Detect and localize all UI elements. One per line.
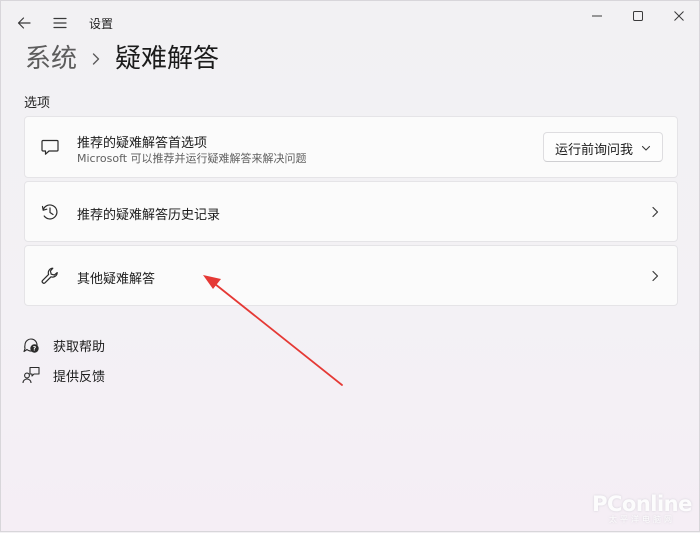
card-title: 推荐的疑难解答历史记录 <box>77 208 221 223</box>
hamburger-menu-icon[interactable] <box>48 11 72 35</box>
feedback-icon <box>22 366 40 384</box>
watermark-main: PConline <box>592 492 692 516</box>
title-bar: 设置 <box>1 1 700 41</box>
recommendation-dropdown[interactable]: 运行前询问我 <box>543 132 663 162</box>
card-description: Microsoft 可以推荐并运行疑难解答来解决问题 <box>77 152 307 165</box>
watermark-sub: 太平洋电脑网 <box>609 515 675 524</box>
app-title: 设置 <box>89 17 114 31</box>
wrench-icon <box>39 265 61 287</box>
chevron-right-icon <box>649 269 661 283</box>
minimize-icon <box>592 15 602 17</box>
give-feedback-link[interactable]: 提供反馈 <box>22 364 105 386</box>
svg-text:?: ? <box>33 346 37 353</box>
chevron-down-icon <box>640 142 652 154</box>
maximize-button[interactable] <box>615 1 661 31</box>
dropdown-selected-value: 运行前询问我 <box>555 143 634 158</box>
history-icon <box>39 201 61 223</box>
minimize-button[interactable] <box>574 1 620 31</box>
watermark: PConline 太平洋电脑网 <box>589 493 695 525</box>
card-other-troubleshooters[interactable]: 其他疑难解答 <box>24 245 678 306</box>
settings-window: 设置 系统 疑难解答 选项 推荐的疑难解答首选项 Microsoft 可以推荐并… <box>0 0 700 532</box>
card-troubleshoot-history[interactable]: 推荐的疑难解答历史记录 <box>24 181 678 242</box>
close-button[interactable] <box>656 1 700 31</box>
help-chat-icon: ? <box>22 336 40 354</box>
get-help-label: 获取帮助 <box>53 339 106 355</box>
card-title: 推荐的疑难解答首选项 <box>77 136 208 151</box>
maximize-icon <box>633 11 643 21</box>
give-feedback-label: 提供反馈 <box>53 369 106 385</box>
card-title: 其他疑难解答 <box>77 272 156 287</box>
chevron-right-icon <box>649 205 661 219</box>
chevron-right-icon <box>91 52 101 66</box>
chat-bubble-icon <box>39 136 61 158</box>
back-arrow-icon[interactable] <box>12 11 36 35</box>
get-help-link[interactable]: ? 获取帮助 <box>22 334 105 356</box>
close-icon <box>674 11 684 21</box>
breadcrumb-parent-system[interactable]: 系统 <box>25 39 77 79</box>
breadcrumb: 系统 疑难解答 <box>25 39 219 79</box>
page-title: 疑难解答 <box>115 44 220 74</box>
card-recommended-preferences: 推荐的疑难解答首选项 Microsoft 可以推荐并运行疑难解答来解决问题 运行… <box>24 116 678 178</box>
section-label-options: 选项 <box>24 96 51 111</box>
